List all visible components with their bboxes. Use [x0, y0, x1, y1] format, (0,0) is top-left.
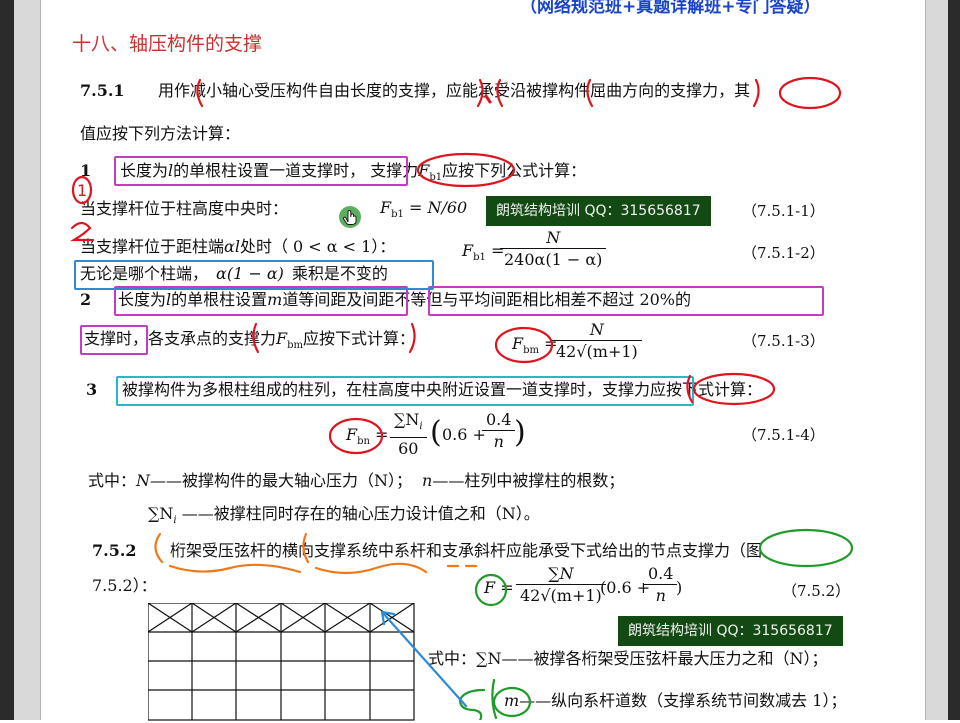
hand-cursor-icon [339, 206, 361, 228]
equation-number-7-5-1-4: （7.5.1-4） [742, 426, 825, 444]
equation-7-5-2-fraction2: 0.4 n [644, 564, 678, 607]
equation-number-7-5-2: （7.5.2） [782, 582, 851, 600]
equation-7-5-1-2-lhs: Fb1 = [462, 241, 505, 264]
equation-7-5-1-4-open-paren: ( [430, 415, 442, 450]
clause-752-line2: 7.5.2）： [92, 576, 157, 595]
item2-line1: 长度为l的单根柱设置m道等间距及间距不等但与平均间距相比相差不超过 20%的 [118, 290, 692, 309]
equation-7-5-1-3-fraction: N 42√(m+1) [552, 320, 642, 363]
clause-751-line1: 用作减小轴心受压构件自由长度的支撑，应能承受沿被撑构件屈曲方向的支撑力，其 [158, 81, 751, 100]
item3-text: 被撑构件为多根柱组成的柱列，在柱高度中央附近设置一道支撑时，支撑力应按下式计算： [122, 380, 763, 399]
equation-7-5-1-4-close-paren: ) [514, 415, 526, 450]
note-invariant: 无论是哪个柱端， α(1 − α) 乘积是不变的 [80, 264, 388, 283]
equation-number-7-5-1-2: （7.5.1-2） [742, 244, 825, 262]
equation-7-5-2-lhs: F = [484, 578, 514, 597]
page-margin-left [14, 0, 41, 720]
equation-7-5-2-close: ) [676, 578, 683, 597]
equation-7-5-2-fraction: ∑N 42√(m+1) [516, 564, 606, 607]
item2-line2: 支撑时，各支承点的支撑力Fbm应按下式计算： [84, 329, 416, 352]
watermark-banner: 朗筑结构培训 QQ：315656817 [486, 196, 711, 226]
item-number-2: 2 [80, 290, 92, 309]
item1-case2: 当支撑杆位于距柱端αl处时（ 0 < α < 1）： [80, 237, 396, 256]
header-banner: （网络规范班+真题详解班+专门答疑） [520, 0, 821, 17]
equation-number-7-5-1-3: （7.5.1-3） [742, 332, 825, 350]
equation-7-5-1-4-fraction: ∑Ni 60 [390, 410, 427, 460]
section-title: 十八、轴压构件的支撑 [72, 33, 263, 55]
window-frame-left [0, 0, 14, 720]
page-margin-right [925, 0, 948, 720]
equation-7-5-1-4-mid: 0.6 + [442, 425, 486, 444]
where-752-line-2: m——纵向系杆道数（支撑系统节间数减去 1）； [504, 691, 847, 710]
equation-7-5-1-1: Fb1 = N/60 [380, 198, 468, 221]
equation-7-5-2-mid: (0.6 + [600, 578, 651, 597]
equation-7-5-1-3-lhs: Fbm = [512, 334, 558, 357]
clause-number-752: 7.5.2 [92, 541, 137, 560]
item1-case1: 当支撑杆位于柱高度中央时： [80, 199, 289, 218]
window-frame-right [948, 0, 960, 720]
pen-annotations-layer: 1 2 [70, 76, 854, 720]
equation-7-5-1-4-fraction2: 0.4 n [482, 410, 516, 453]
where-752-line-1: 式中：∑N——被撑各桁架受压弦杆最大压力之和（N）； [428, 649, 828, 668]
equation-7-5-1-2-fraction: N 240α(1 − α) [500, 228, 607, 271]
where-line-1: 式中：N——被撑构件的最大轴心压力（N）； n——柱列中被撑柱的根数； [88, 471, 625, 490]
equation-number-7-5-1-1: （7.5.1-1） [742, 202, 825, 220]
clause-number-751: 7.5.1 [80, 81, 125, 100]
watermark-banner: 朗筑结构培训 QQ：315656817 [618, 616, 843, 646]
clause-752-line1: 桁架受压弦杆的横向支撑系统中系杆和支承斜杆应能承受下式给出的节点支撑力（图 [170, 541, 763, 560]
truss-bracing-diagram [148, 603, 415, 721]
item-number-3: 3 [86, 380, 98, 399]
equation-7-5-1-4-lhs: Fbn = [346, 425, 389, 448]
item-number-1: 1 [80, 161, 92, 180]
clause-751-line2: 值应按下列方法计算： [80, 124, 241, 143]
item1-text: 长度为l的单根柱设置一道支撑时， 支撑力Fb1应按下列公式计算： [120, 161, 587, 184]
where-line-2: ∑Ni ——被撑柱同时存在的轴心压力设计值之和（N）。 [148, 504, 540, 527]
